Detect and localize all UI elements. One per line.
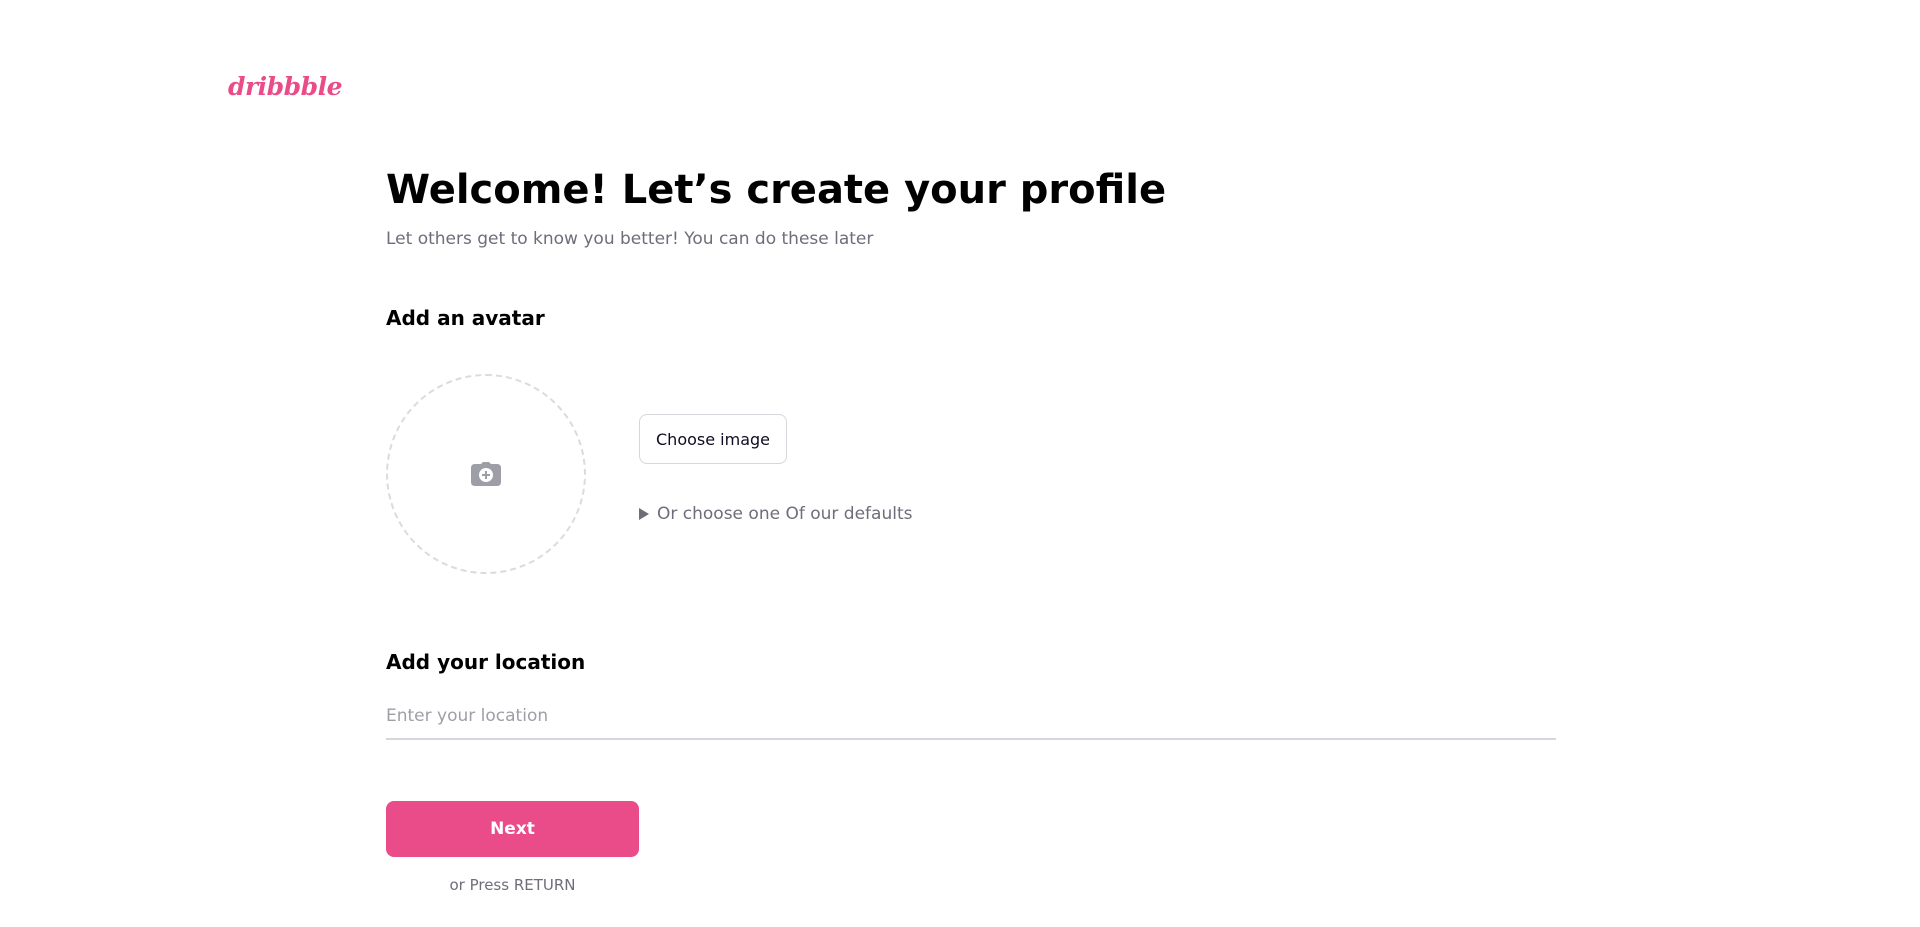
location-section-heading: Add your location bbox=[386, 650, 586, 674]
avatar-upload-dropzone[interactable] bbox=[386, 374, 586, 574]
choose-default-avatar-toggle[interactable]: Or choose one Of our defaults bbox=[639, 504, 912, 524]
avatar-section-heading: Add an avatar bbox=[386, 306, 545, 330]
choose-default-avatar-label: Or choose one Of our defaults bbox=[657, 504, 913, 524]
location-input[interactable] bbox=[386, 694, 1556, 740]
page-title: Welcome! Let’s create your profile bbox=[386, 167, 1167, 213]
triangle-right-icon bbox=[639, 508, 649, 520]
dribbble-logo[interactable]: dribbble bbox=[228, 74, 343, 99]
camera-plus-icon bbox=[471, 462, 501, 486]
page-subtitle: Let others get to know you better! You c… bbox=[386, 229, 874, 249]
next-button[interactable]: Next bbox=[386, 801, 639, 857]
keyboard-hint: or Press RETURN bbox=[449, 876, 576, 894]
choose-image-button[interactable]: Choose image bbox=[639, 414, 787, 464]
